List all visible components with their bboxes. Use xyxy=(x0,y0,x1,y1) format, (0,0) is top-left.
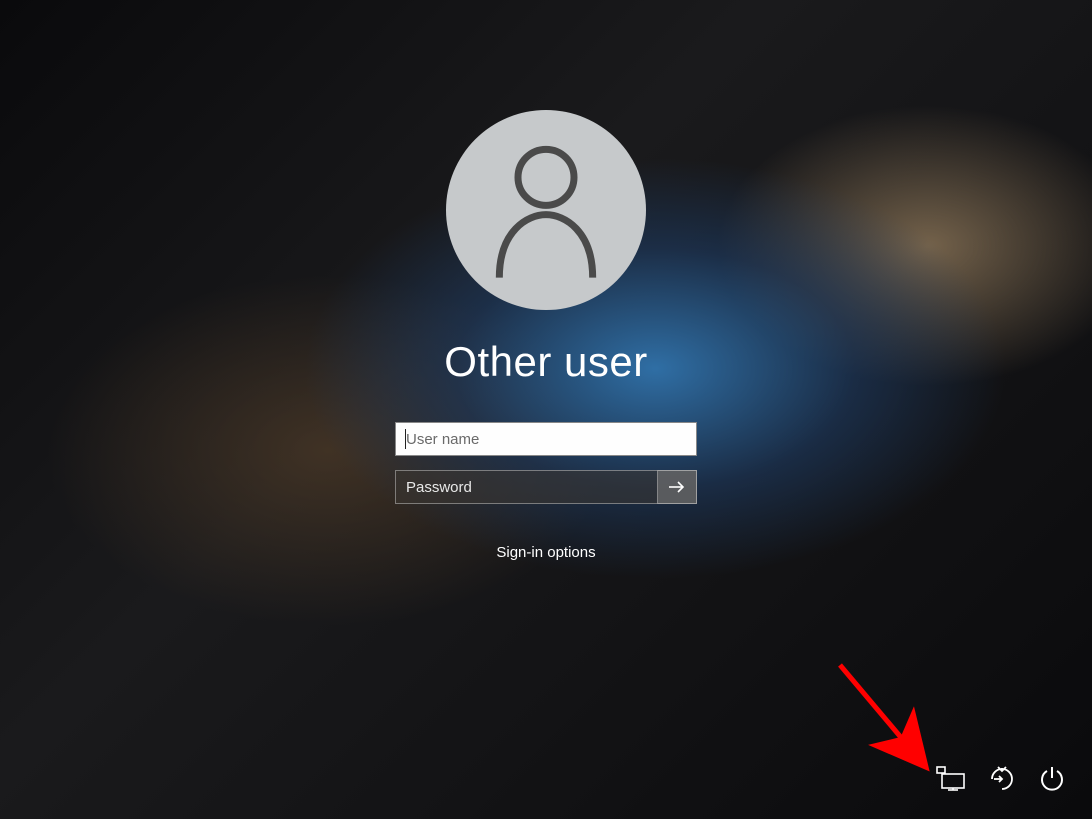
text-caret xyxy=(405,429,406,449)
power-icon xyxy=(1038,765,1066,793)
arrow-right-icon xyxy=(667,477,687,497)
username-row xyxy=(395,422,697,456)
network-button[interactable] xyxy=(936,766,966,792)
sign-in-options-link[interactable]: Sign-in options xyxy=(496,544,595,561)
username-input[interactable] xyxy=(395,422,697,456)
system-buttons xyxy=(936,765,1066,793)
network-icon xyxy=(936,766,966,792)
submit-button[interactable] xyxy=(657,470,697,504)
login-title: Other user xyxy=(444,338,647,386)
power-button[interactable] xyxy=(1038,765,1066,793)
password-input[interactable] xyxy=(395,470,697,504)
ease-of-access-icon xyxy=(988,765,1016,793)
login-fields: Sign-in options xyxy=(395,422,697,561)
user-silhouette-icon xyxy=(486,140,606,280)
login-panel: Other user Sign-in options xyxy=(395,110,697,561)
ease-of-access-button[interactable] xyxy=(988,765,1016,793)
user-avatar xyxy=(446,110,646,310)
password-row xyxy=(395,470,697,504)
